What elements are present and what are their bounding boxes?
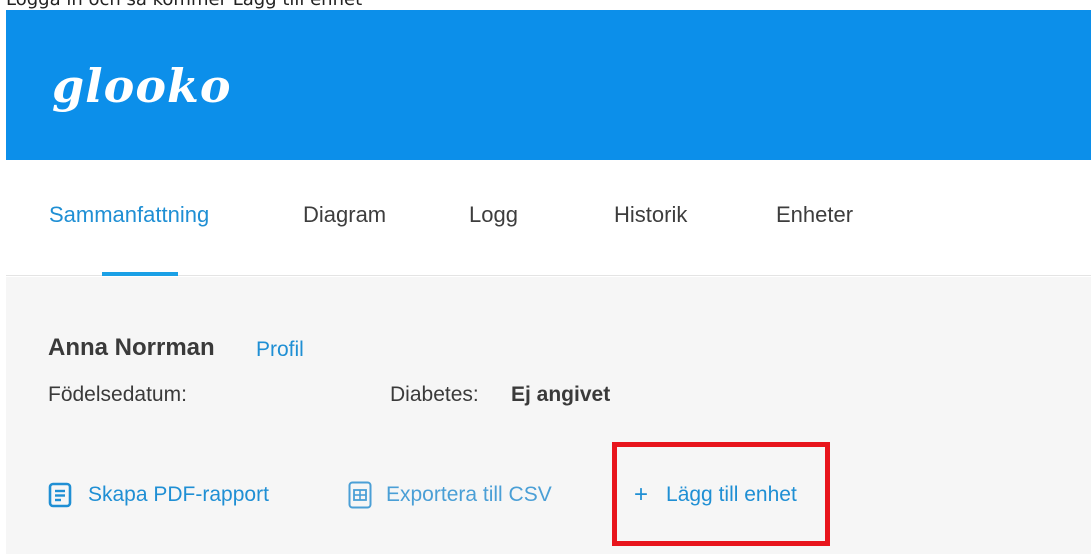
app-header: glooko bbox=[6, 10, 1091, 160]
tab-diagram[interactable]: Diagram bbox=[303, 200, 386, 230]
create-pdf-report-label: Skapa PDF-rapport bbox=[88, 483, 269, 506]
tab-logg[interactable]: Logg bbox=[469, 200, 518, 230]
diabetes-value: Ej angivet bbox=[511, 383, 611, 406]
spreadsheet-icon bbox=[348, 481, 372, 509]
active-tab-indicator bbox=[102, 272, 178, 276]
patient-name: Anna Norrman bbox=[48, 334, 215, 361]
summary-panel: Anna Norrman Profil Födelsedatum: Diabet… bbox=[6, 277, 1091, 554]
highlight-box bbox=[612, 442, 830, 546]
tab-enheter[interactable]: Enheter bbox=[776, 200, 853, 230]
glooko-logo[interactable]: glooko bbox=[52, 56, 232, 116]
birthdate-label: Födelsedatum: bbox=[48, 383, 187, 406]
diabetes-label: Diabetes: bbox=[390, 383, 479, 406]
main-tabs: Sammanfattning Diagram Logg Historik Enh… bbox=[6, 160, 1091, 276]
export-csv-label: Exportera till CSV bbox=[386, 483, 552, 506]
create-pdf-report-button[interactable]: Skapa PDF-rapport bbox=[48, 479, 269, 511]
tab-sammanfattning[interactable]: Sammanfattning bbox=[49, 200, 209, 230]
export-csv-button[interactable]: Exportera till CSV bbox=[348, 479, 552, 511]
tab-historik[interactable]: Historik bbox=[614, 200, 687, 230]
document-icon bbox=[48, 482, 72, 508]
profile-link[interactable]: Profil bbox=[256, 336, 304, 364]
